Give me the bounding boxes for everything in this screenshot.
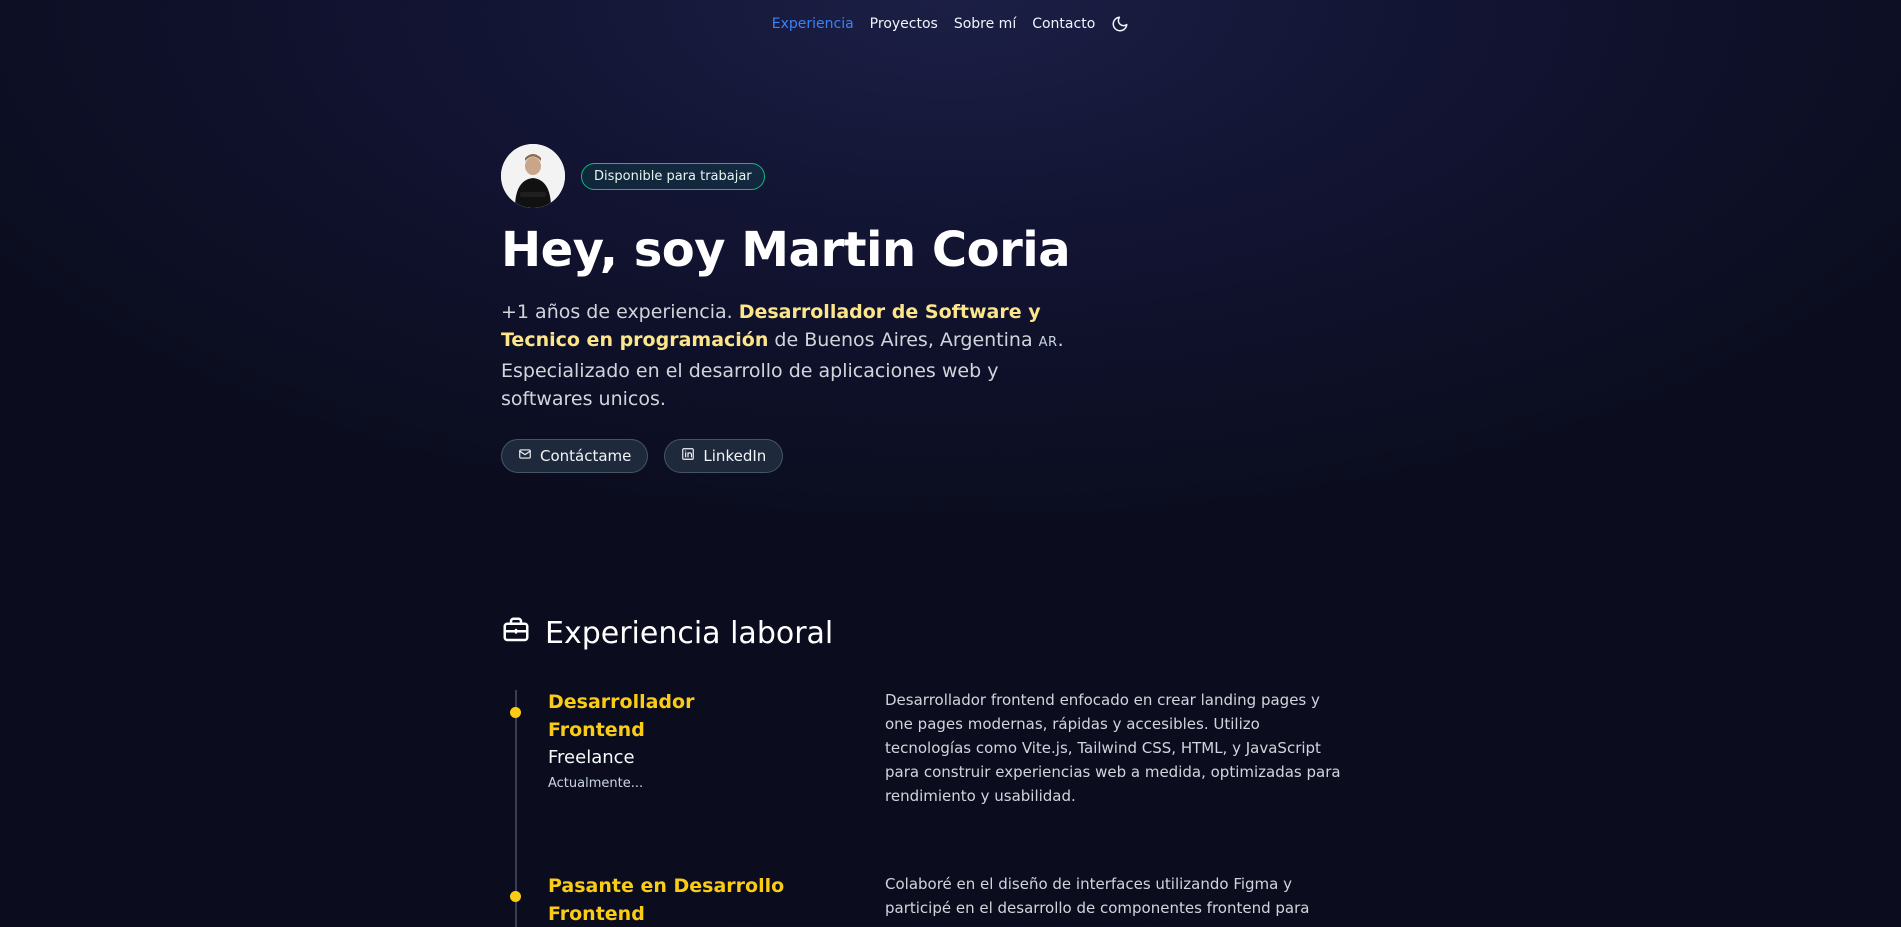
hero-title: Hey, soy Martin Coria: [501, 222, 1071, 278]
briefcase-icon: [501, 615, 531, 653]
hero-buttons: Contáctame LinkedIn: [501, 438, 1081, 473]
mail-icon: [518, 447, 532, 465]
job-company: Freelance: [548, 747, 635, 768]
job-description: Colaboré en el diseño de interfaces util…: [885, 875, 1310, 917]
linkedin-button[interactable]: LinkedIn: [664, 438, 784, 473]
job-title: Pasante en Desarrollo Frontend: [548, 875, 785, 925]
job-meta: Desarrollador Frontend Freelance Actualm…: [548, 688, 788, 791]
intro-text-1: +1 años de experiencia.: [501, 300, 739, 323]
hero-intro: +1 años de experiencia. Desarrollador de…: [501, 298, 1081, 413]
linkedin-icon: [681, 447, 695, 465]
experience-section-title: Experiencia laboral: [501, 615, 833, 653]
intro-text-2: de Buenos Aires, Argentina: [768, 328, 1039, 351]
nav-item-experiencia[interactable]: Experiencia: [772, 16, 854, 32]
contact-button[interactable]: Contáctame: [501, 438, 649, 473]
contact-button-label: Contáctame: [540, 446, 632, 465]
linkedin-button-label: LinkedIn: [703, 446, 767, 465]
timeline-dot: [510, 891, 521, 902]
job-description: Desarrollador frontend enfocado en crear…: [885, 691, 1341, 805]
availability-badge: Disponible para trabajar: [581, 162, 765, 190]
hero-section: Disponible para trabajar Hey, soy Martin…: [501, 144, 1081, 473]
experience-title: Experiencia laboral: [545, 616, 834, 652]
avatar: [501, 144, 565, 208]
nav-item-sobre-mi[interactable]: Sobre mí: [954, 16, 1016, 32]
nav-item-proyectos[interactable]: Proyectos: [870, 16, 938, 32]
moon-icon[interactable]: [1111, 15, 1129, 33]
top-nav: Experiencia Proyectos Sobre mí Contacto: [0, 15, 1901, 33]
hero-header: Disponible para trabajar: [501, 144, 1081, 208]
nav-item-contacto[interactable]: Contacto: [1032, 16, 1095, 32]
job-meta: Pasante en Desarrollo Frontend: [548, 872, 788, 927]
timeline-dot: [510, 707, 521, 718]
job-date: Actualmente...: [548, 776, 644, 791]
job-title: Desarrollador Frontend: [548, 691, 695, 741]
argentina-flag-label: AR: [1038, 334, 1058, 350]
